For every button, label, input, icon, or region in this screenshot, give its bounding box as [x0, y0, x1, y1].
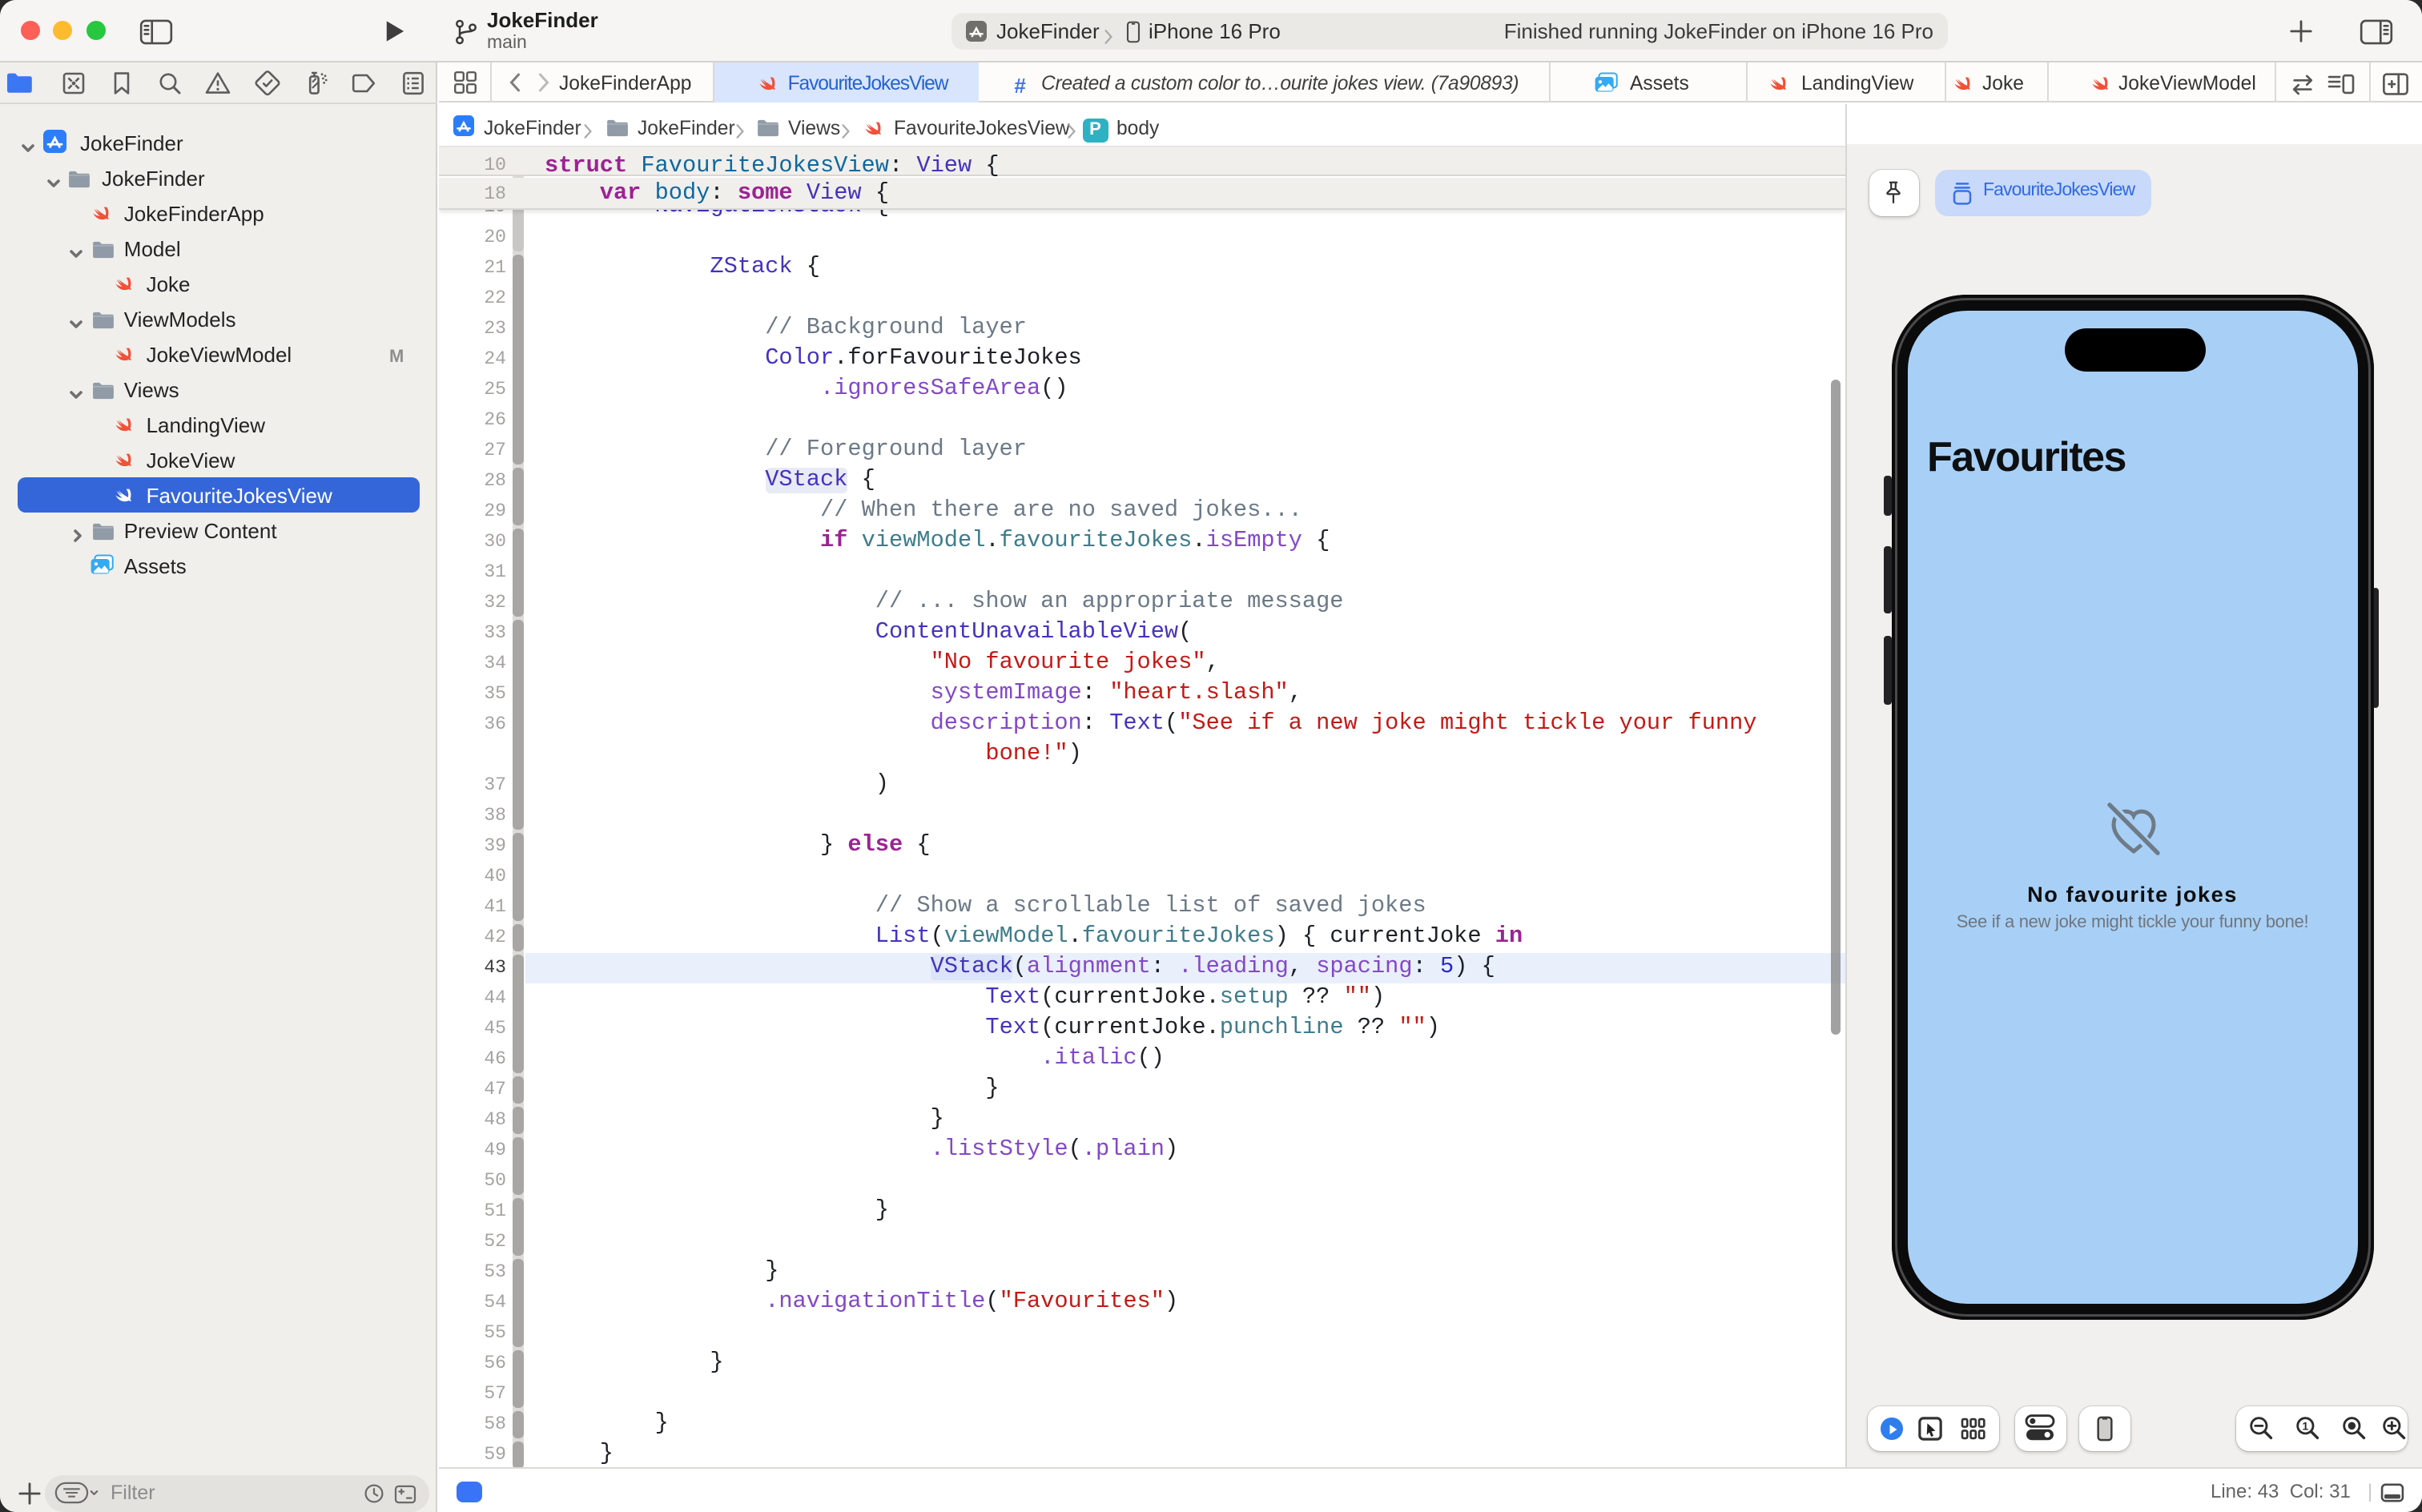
svg-text:1: 1 — [2302, 1421, 2308, 1434]
